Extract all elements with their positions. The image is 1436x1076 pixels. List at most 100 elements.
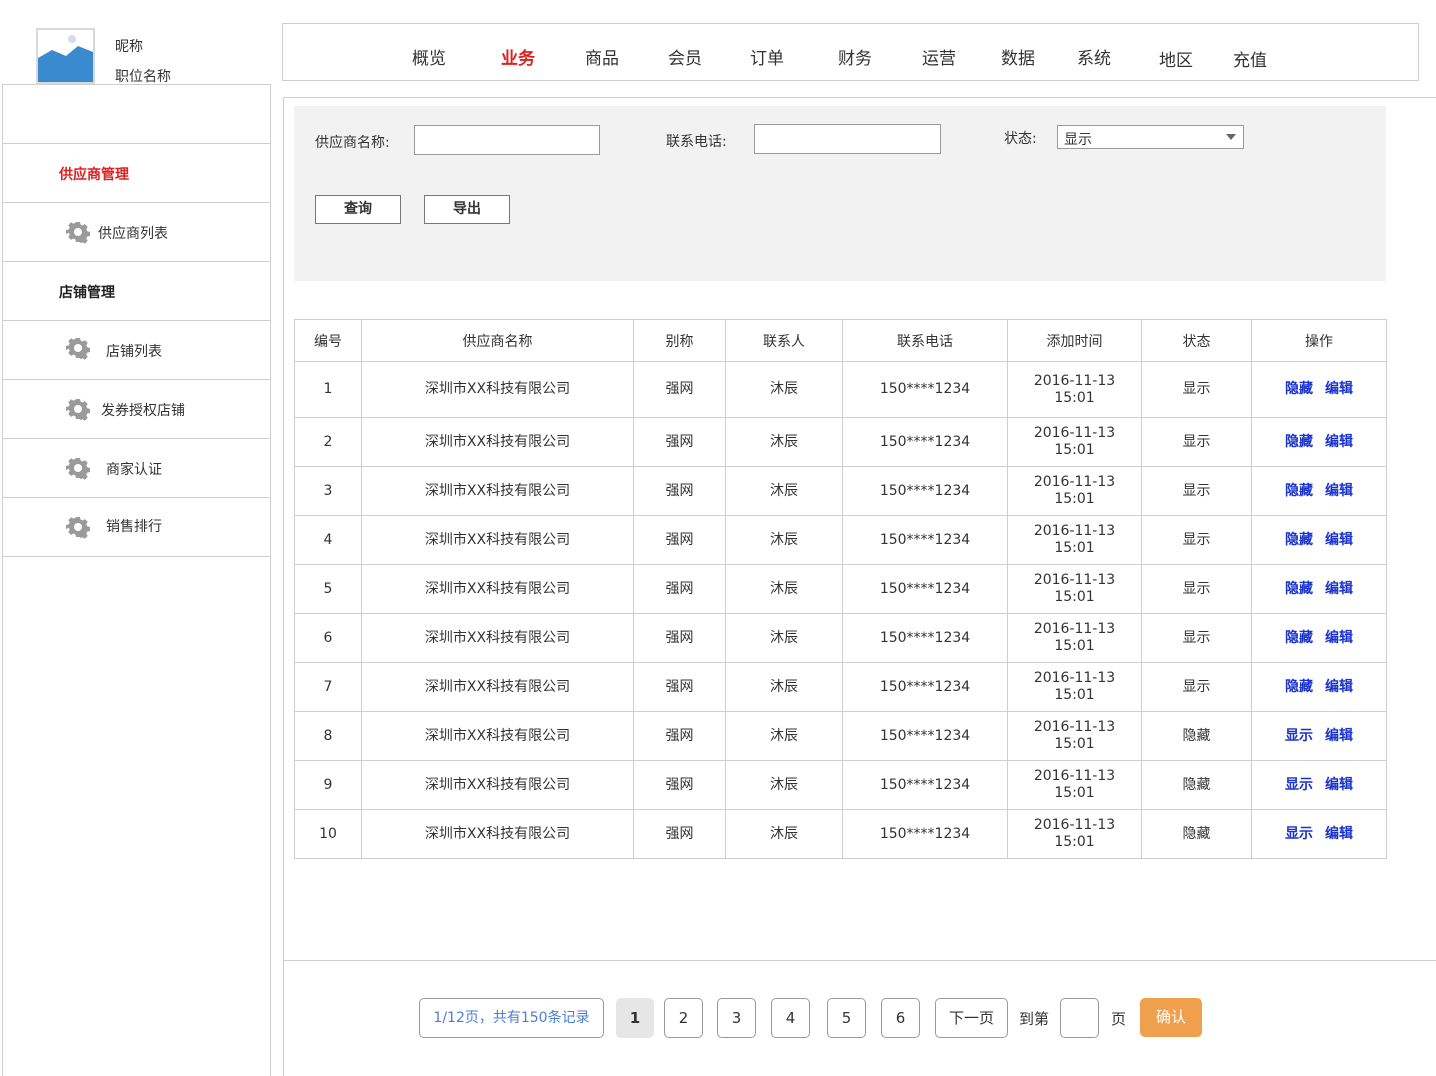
page-button-6[interactable]: 6 — [881, 998, 920, 1038]
cell-phone: 150****1234 — [842, 760, 1008, 810]
nav-item-finance[interactable]: 财务 — [838, 44, 872, 69]
column-header-name: 供应商名称 — [361, 319, 634, 362]
sidebar-item-supplier-list[interactable]: 供应商列表 — [3, 203, 270, 262]
nav-item-operations[interactable]: 运营 — [922, 44, 956, 69]
cell-id: 1 — [294, 361, 362, 418]
edit-link[interactable]: 编辑 — [1325, 381, 1353, 397]
nav-item-members[interactable]: 会员 — [668, 44, 702, 69]
phone-input[interactable] — [754, 124, 941, 154]
status-select[interactable]: 显示 — [1057, 125, 1244, 149]
cell-contact: 沐辰 — [725, 662, 843, 712]
toggle-visibility-link[interactable]: 隐藏 — [1285, 434, 1313, 450]
edit-link[interactable]: 编辑 — [1325, 679, 1353, 695]
toggle-visibility-link[interactable]: 隐藏 — [1285, 630, 1313, 646]
sidebar-item-merchant-verify[interactable]: 商家认证 — [3, 439, 270, 498]
cell-actions: 隐藏 编辑 — [1251, 515, 1387, 565]
cell-actions: 显示 编辑 — [1251, 809, 1387, 859]
table-row: 9 深圳市XX科技有限公司 强网 沐辰 150****1234 2016-11-13 15:… — [294, 760, 1387, 810]
cell-added-time: 2016-11-13 15:01 — [1007, 515, 1142, 565]
toggle-visibility-link[interactable]: 隐藏 — [1285, 581, 1313, 597]
edit-link[interactable]: 编辑 — [1325, 826, 1353, 842]
cell-status: 显示 — [1141, 613, 1252, 663]
edit-link[interactable]: 编辑 — [1325, 581, 1353, 597]
query-button[interactable]: 查询 — [315, 195, 401, 224]
cell-added-time: 2016-11-13 15:01 — [1007, 466, 1142, 516]
cell-added-time: 2016-11-13 15:01 — [1007, 564, 1142, 614]
sidebar-item-store-list[interactable]: 店铺列表 — [3, 321, 270, 380]
next-page-button[interactable]: 下一页 — [935, 998, 1008, 1038]
toggle-visibility-link[interactable]: 显示 — [1285, 777, 1313, 793]
sidebar-item-coupon-stores[interactable]: 发券授权店铺 — [3, 380, 270, 439]
table-row: 10 深圳市XX科技有限公司 强网 沐辰 150****1234 2016-11-13 15… — [294, 809, 1387, 859]
cell-id: 5 — [294, 564, 362, 614]
cell-actions: 隐藏 编辑 — [1251, 417, 1387, 467]
page-button-5[interactable]: 5 — [827, 998, 866, 1038]
top-navigation: 概览 业务 商品 会员 订单 财务 运营 数据 系统 地区 充值 — [282, 23, 1419, 81]
page-button-3[interactable]: 3 — [717, 998, 756, 1038]
nav-item-data[interactable]: 数据 — [1001, 44, 1035, 69]
filter-panel: 供应商名称: 联系电话: 状态: 显示 查询 导出 — [294, 106, 1386, 281]
cell-alias: 强网 — [633, 361, 726, 418]
table-row: 2 深圳市XX科技有限公司 强网 沐辰 150****1234 2016-11-13 15:… — [294, 417, 1387, 467]
cell-added-time: 2016-11-13 15:01 — [1007, 809, 1142, 859]
page-button-2[interactable]: 2 — [664, 998, 703, 1038]
supplier-name-input[interactable] — [414, 125, 600, 155]
cell-contact: 沐辰 — [725, 466, 843, 516]
nav-item-system[interactable]: 系统 — [1077, 44, 1111, 69]
cell-added-clock: 15:01 — [1054, 785, 1095, 801]
toggle-visibility-link[interactable]: 隐藏 — [1285, 532, 1313, 548]
cell-phone: 150****1234 — [842, 662, 1008, 712]
edit-link[interactable]: 编辑 — [1325, 434, 1353, 450]
cell-alias: 强网 — [633, 613, 726, 663]
nav-item-orders[interactable]: 订单 — [750, 44, 784, 69]
cell-added-clock: 15:01 — [1054, 687, 1095, 703]
cell-id: 7 — [294, 662, 362, 712]
export-button[interactable]: 导出 — [424, 195, 510, 224]
cell-added-date: 2016-11-13 — [1033, 523, 1116, 539]
edit-link[interactable]: 编辑 — [1325, 777, 1353, 793]
cell-added-time: 2016-11-13 15:01 — [1007, 711, 1142, 761]
avatar-image-icon[interactable] — [36, 28, 95, 84]
cell-added-clock: 15:01 — [1054, 540, 1095, 556]
cell-status: 显示 — [1141, 515, 1252, 565]
toggle-visibility-link[interactable]: 显示 — [1285, 826, 1313, 842]
page-button-1[interactable]: 1 — [616, 998, 654, 1038]
cell-added-date: 2016-11-13 — [1033, 621, 1116, 637]
cell-added-clock: 15:01 — [1054, 736, 1095, 752]
toggle-visibility-link[interactable]: 隐藏 — [1285, 483, 1313, 499]
edit-link[interactable]: 编辑 — [1325, 630, 1353, 646]
supplier-name-label: 供应商名称: — [315, 135, 390, 151]
cell-id: 4 — [294, 515, 362, 565]
page-button-4[interactable]: 4 — [771, 998, 810, 1038]
sidebar-item-label: 销售排行 — [106, 519, 162, 535]
goto-page-input[interactable] — [1060, 998, 1099, 1038]
supplier-table: 编号 供应商名称 别称 联系人 联系电话 添加时间 状态 操作 1 深圳市XX科技… — [294, 319, 1387, 859]
sidebar-group-store[interactable]: 店铺管理 — [3, 262, 270, 321]
sidebar-item-sales-ranking[interactable]: 销售排行 — [3, 498, 270, 557]
nav-item-overview[interactable]: 概览 — [412, 44, 446, 69]
nav-item-business[interactable]: 业务 — [501, 44, 535, 69]
table-row: 1 深圳市XX科技有限公司 强网 沐辰 150****1234 2016-11-13 15:… — [294, 361, 1387, 418]
cell-id: 9 — [294, 760, 362, 810]
toggle-visibility-link[interactable]: 隐藏 — [1285, 679, 1313, 695]
toggle-visibility-link[interactable]: 显示 — [1285, 728, 1313, 744]
nav-item-goods[interactable]: 商品 — [585, 44, 619, 69]
cell-status: 显示 — [1141, 662, 1252, 712]
goto-confirm-button[interactable]: 确认 — [1140, 998, 1202, 1037]
column-header-contact: 联系人 — [725, 319, 843, 362]
pagination-info: 1/12页，共有150条记录 — [419, 998, 604, 1038]
nav-item-recharge[interactable]: 充值 — [1233, 46, 1267, 71]
table-row: 3 深圳市XX科技有限公司 强网 沐辰 150****1234 2016-11-13 15:… — [294, 466, 1387, 516]
sidebar-item-label: 店铺列表 — [106, 344, 162, 360]
sidebar-group-label: 供应商管理 — [59, 167, 129, 183]
sidebar-group-supplier[interactable]: 供应商管理 — [3, 144, 270, 203]
nav-item-region[interactable]: 地区 — [1159, 46, 1193, 71]
column-header-added-time: 添加时间 — [1007, 319, 1142, 362]
edit-link[interactable]: 编辑 — [1325, 728, 1353, 744]
cell-alias: 强网 — [633, 809, 726, 859]
toggle-visibility-link[interactable]: 隐藏 — [1285, 381, 1313, 397]
column-header-actions: 操作 — [1251, 319, 1387, 362]
edit-link[interactable]: 编辑 — [1325, 532, 1353, 548]
cell-added-time: 2016-11-13 15:01 — [1007, 760, 1142, 810]
edit-link[interactable]: 编辑 — [1325, 483, 1353, 499]
